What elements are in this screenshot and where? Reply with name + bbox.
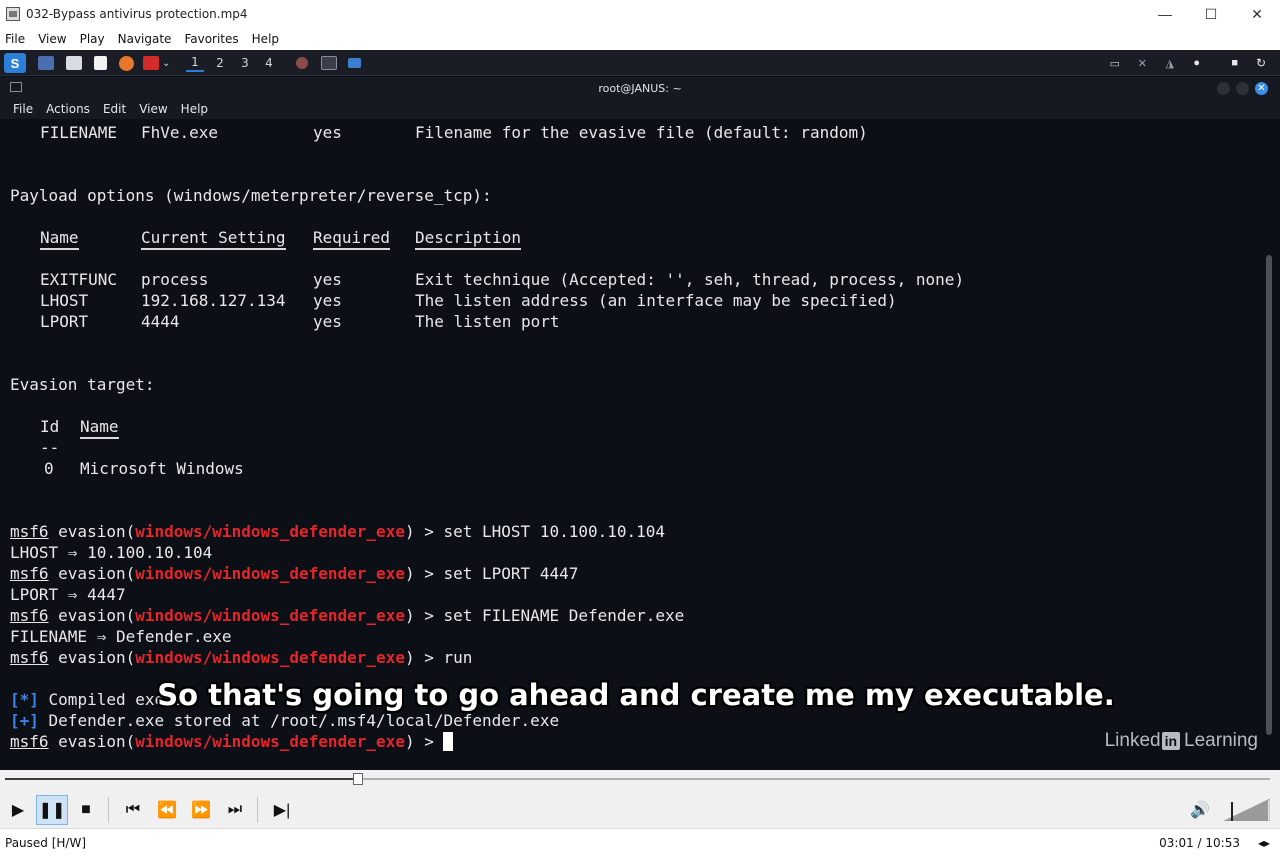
frame-step-button[interactable]: ▶| — [266, 795, 298, 825]
media-player-icon — [6, 7, 20, 21]
video-frame[interactable]: S ⌄ 1 2 3 4 ▭ ✕ ◮ ● ■ ↻ root@JANUS: ~ ✕ … — [0, 50, 1280, 770]
mute-icon: ✕ — [1137, 57, 1147, 70]
terminal-task-icon — [321, 56, 337, 70]
fast-forward-button[interactable]: ⏩ — [185, 795, 217, 825]
text-editor-icon — [94, 56, 107, 70]
file-manager-icon — [66, 56, 82, 70]
seek-progress — [5, 778, 358, 780]
next-button[interactable]: ⏭ — [219, 795, 251, 825]
workspace-4: 4 — [265, 56, 273, 70]
terminal-title: root@JANUS: ~ — [598, 81, 682, 95]
notifications-off-icon: ◮ — [1165, 57, 1174, 70]
menu-help[interactable]: Help — [252, 32, 279, 46]
menu-view[interactable]: View — [38, 32, 66, 46]
window-title: 032-Bypass antivirus protection.mp4 — [26, 7, 248, 21]
terminal-close-button[interactable]: ✕ — [1255, 82, 1268, 95]
play-button[interactable]: ▶ — [2, 795, 34, 825]
terminal-menu-edit[interactable]: Edit — [103, 102, 126, 116]
audio-meter-icon: ◂▸ — [1257, 836, 1270, 850]
watermark-in: in — [1161, 732, 1181, 750]
status-bar: Paused [H/W] 03:01 / 10:53 ◂▸ — [0, 828, 1280, 857]
window-titlebar: 032-Bypass antivirus protection.mp4 — ☐ … — [0, 0, 1280, 28]
volume-slider[interactable] — [1223, 798, 1271, 822]
terminal-titlebar: root@JANUS: ~ ✕ — [0, 77, 1280, 99]
lock-icon: ■ — [1231, 57, 1238, 69]
evasion-target-heading: Evasion target: — [10, 375, 155, 394]
command-output: LHOST ⇒ 10.100.10.104 — [10, 543, 213, 562]
payload-options-heading: Payload options (windows/meterpreter/rev… — [10, 186, 492, 205]
terminal-menu-bar: File Actions Edit View Help — [0, 99, 1280, 119]
previous-button[interactable]: ⏮ — [117, 795, 149, 825]
terminal-maximize-button[interactable] — [1236, 82, 1249, 95]
rewind-button[interactable]: ⏪ — [151, 795, 183, 825]
separator — [257, 797, 258, 823]
video-subtitle: So that's going to go ahead and create m… — [157, 678, 1115, 712]
terminal-app-icon — [10, 82, 22, 92]
prompt-line: msf6 evasion(windows/windows_defender_ex… — [10, 648, 473, 667]
menu-favorites[interactable]: Favorites — [184, 32, 238, 46]
terminal-minimize-button[interactable] — [1217, 82, 1230, 95]
minimize-button[interactable]: — — [1142, 0, 1188, 28]
refresh-icon: ↻ — [1255, 56, 1266, 70]
active-prompt-line: msf6 evasion(windows/windows_defender_ex… — [10, 731, 454, 752]
linkedin-learning-watermark: Linked in Learning — [1105, 730, 1258, 752]
terminal-menu-file[interactable]: File — [13, 102, 33, 116]
workspace-1: 1 — [186, 54, 204, 72]
close-button[interactable]: ✕ — [1234, 0, 1280, 28]
terminal-scrollbar[interactable] — [1266, 255, 1272, 735]
stored-status: [+] Defender.exe stored at /root/.msf4/l… — [10, 711, 560, 730]
menu-play[interactable]: Play — [80, 32, 105, 46]
terminal-menu-view[interactable]: View — [139, 102, 167, 116]
maximize-button[interactable]: ☐ — [1188, 0, 1234, 28]
prompt-line: msf6 evasion(windows/windows_defender_ex… — [10, 522, 666, 541]
volume-control: 🔊 — [1182, 794, 1271, 826]
seek-bar[interactable] — [0, 770, 1280, 792]
terminal-menu-help[interactable]: Help — [181, 102, 208, 116]
menu-navigate[interactable]: Navigate — [118, 32, 172, 46]
pause-button[interactable]: ❚❚ — [36, 795, 68, 825]
prompt-line: msf6 evasion(windows/windows_defender_ex… — [10, 606, 685, 625]
window-task-icon — [348, 58, 361, 68]
command-output: FILENAME ⇒ Defender.exe — [10, 627, 232, 646]
volume-ramp-icon — [1223, 798, 1271, 822]
firefox-task-icon — [296, 57, 308, 69]
workspace-2: 2 — [216, 56, 224, 70]
workspace-3: 3 — [241, 56, 249, 70]
desktop-icon — [38, 56, 54, 70]
playback-controls: ▶ ❚❚ ■ ⏮ ⏪ ⏩ ⏭ ▶| 🔊 — [0, 792, 1280, 828]
seek-thumb[interactable] — [353, 773, 363, 785]
menu-bar: File View Play Navigate Favorites Help — [0, 28, 1280, 50]
stop-button[interactable]: ■ — [70, 795, 102, 825]
playback-status: Paused [H/W] — [5, 836, 87, 850]
terminal-menu-actions[interactable]: Actions — [46, 102, 90, 116]
watermark-linked: Linked — [1104, 730, 1161, 751]
watermark-learning: Learning — [1184, 730, 1258, 751]
kali-menu-icon: S — [4, 53, 26, 73]
separator — [108, 797, 109, 823]
app-icon — [143, 56, 159, 70]
menu-file[interactable]: File — [5, 32, 25, 46]
kali-top-panel: S ⌄ 1 2 3 4 ▭ ✕ ◮ ● ■ ↻ — [0, 50, 1280, 76]
command-output: LPORT ⇒ 4447 — [10, 585, 126, 604]
terminal-output[interactable]: FILENAME FhVe.exe yes Filename for the evas… — [0, 119, 1262, 770]
prompt-line: msf6 evasion(windows/windows_defender_ex… — [10, 564, 579, 583]
chevron-down-icon: ⌄ — [162, 57, 171, 69]
record-icon: ● — [1193, 57, 1200, 69]
screen-icon: ▭ — [1109, 57, 1120, 70]
terminal-cursor — [443, 732, 454, 751]
time-display: 03:01 / 10:53 — [1159, 836, 1240, 850]
speaker-icon[interactable]: 🔊 — [1184, 795, 1216, 825]
firefox-icon — [119, 56, 134, 71]
